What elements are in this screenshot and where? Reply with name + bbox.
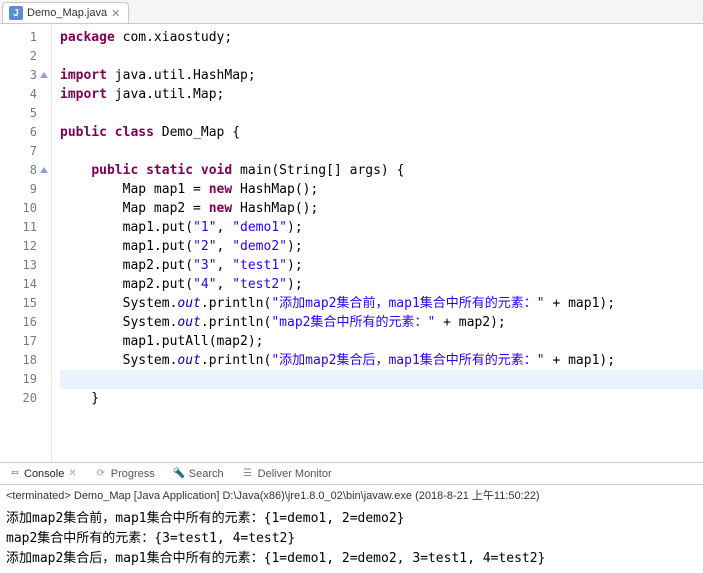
line-number: 11	[0, 218, 51, 237]
code-editor[interactable]: package com.xiaostudy; import java.util.H…	[52, 24, 703, 462]
code-line[interactable]	[60, 142, 703, 161]
console-line: 添加map2集合前，map1集合中所有的元素：{1=demo1, 2=demo2…	[6, 509, 699, 529]
line-number: 5	[0, 104, 51, 123]
progress-icon: ⟳	[95, 468, 107, 480]
console-line: 添加map2集合后，map1集合中所有的元素：{1=demo1, 2=demo2…	[6, 549, 699, 569]
panel-tab-deliver-monitor[interactable]: ☰ Deliver Monitor	[238, 466, 336, 482]
code-line[interactable]: System.out.println("添加map2集合前，map1集合中所有的…	[60, 294, 703, 313]
line-number: 2	[0, 47, 51, 66]
code-line[interactable]: Map map2 = new HashMap();	[60, 199, 703, 218]
panel-tab-label: Search	[189, 468, 224, 480]
code-line[interactable]: map1.putAll(map2);	[60, 332, 703, 351]
line-number: 14	[0, 275, 51, 294]
panel-tab-label: Progress	[111, 468, 155, 480]
code-line[interactable]: public class Demo_Map {	[60, 123, 703, 142]
panel-tab-search[interactable]: 🔦 Search	[169, 466, 228, 482]
line-number: 6	[0, 123, 51, 142]
line-number: 12	[0, 237, 51, 256]
line-number: 18	[0, 351, 51, 370]
code-line[interactable]: System.out.println("map2集合中所有的元素：" + map…	[60, 313, 703, 332]
console-icon: ▭	[8, 468, 20, 480]
line-number: 16	[0, 313, 51, 332]
code-line[interactable]: import java.util.Map;	[60, 85, 703, 104]
line-number: 1	[0, 28, 51, 47]
line-number: 4	[0, 85, 51, 104]
code-line[interactable]: map1.put("2", "demo2");	[60, 237, 703, 256]
deliver-icon: ☰	[242, 468, 254, 480]
code-line[interactable]: map2.put("3", "test1");	[60, 256, 703, 275]
code-line[interactable]	[60, 370, 703, 389]
code-line[interactable]: Map map1 = new HashMap();	[60, 180, 703, 199]
panel-tab-console[interactable]: ▭ Console ✕	[4, 466, 81, 482]
code-line[interactable]: }	[60, 389, 703, 408]
line-number: 20	[0, 389, 51, 408]
close-panel-icon[interactable]: ✕	[68, 468, 76, 479]
panel-tab-label: Console	[24, 468, 64, 480]
code-line[interactable]	[60, 104, 703, 123]
search-icon: 🔦	[173, 468, 185, 480]
line-number: 8	[0, 161, 51, 180]
editor-area: 1234567891011121314151617181920 package …	[0, 24, 703, 463]
panel-tab-label: Deliver Monitor	[258, 468, 332, 480]
console-line: map2集合中所有的元素：{3=test1, 4=test2}	[6, 529, 699, 549]
editor-tab-bar: J Demo_Map.java ✕	[0, 0, 703, 24]
editor-tab-title: Demo_Map.java	[27, 7, 107, 19]
code-line[interactable]: map1.put("1", "demo1");	[60, 218, 703, 237]
panel-tab-progress[interactable]: ⟳ Progress	[91, 466, 159, 482]
bottom-panel-tab-bar: ▭ Console ✕ ⟳ Progress 🔦 Search ☰ Deliver Monito…	[0, 463, 703, 485]
code-line[interactable]: package com.xiaostudy;	[60, 28, 703, 47]
java-file-icon: J	[9, 6, 23, 20]
line-number: 3	[0, 66, 51, 85]
code-line[interactable]: map2.put("4", "test2");	[60, 275, 703, 294]
line-number-gutter: 1234567891011121314151617181920	[0, 24, 52, 462]
line-number: 15	[0, 294, 51, 313]
line-number: 10	[0, 199, 51, 218]
close-tab-icon[interactable]: ✕	[111, 7, 120, 20]
line-number: 17	[0, 332, 51, 351]
code-line[interactable]: System.out.println("添加map2集合后，map1集合中所有的…	[60, 351, 703, 370]
editor-tab[interactable]: J Demo_Map.java ✕	[2, 2, 129, 23]
console-output[interactable]: 添加map2集合前，map1集合中所有的元素：{1=demo1, 2=demo2…	[0, 507, 703, 573]
code-line[interactable]	[60, 47, 703, 66]
line-number: 9	[0, 180, 51, 199]
code-line[interactable]: import java.util.HashMap;	[60, 66, 703, 85]
line-number: 13	[0, 256, 51, 275]
run-terminated-label: <terminated> Demo_Map [Java Application]…	[0, 485, 703, 507]
line-number: 7	[0, 142, 51, 161]
line-number: 19	[0, 370, 51, 389]
code-line[interactable]: public static void main(String[] args) {	[60, 161, 703, 180]
